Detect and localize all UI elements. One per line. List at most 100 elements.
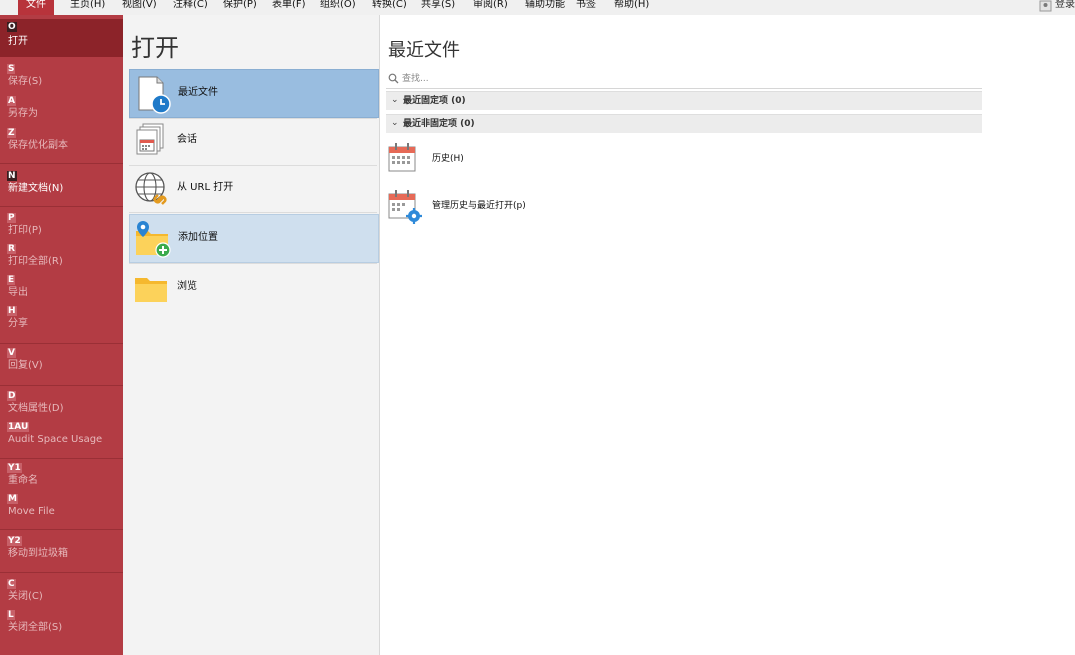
option-sessions[interactable]: 会话	[129, 117, 377, 164]
access-key: O	[7, 22, 17, 32]
page-title: 打开	[131, 34, 179, 62]
backstage-label: 保存优化副本	[8, 140, 68, 151]
add-location-icon	[133, 219, 173, 259]
access-key: 1AU	[7, 422, 30, 432]
backstage-new-document[interactable]: N 新建文档(N)	[0, 171, 123, 201]
access-key: S	[7, 64, 16, 74]
access-key: C	[7, 579, 16, 589]
backstage-label: Audit Space Usage	[8, 434, 103, 445]
separator	[129, 212, 377, 213]
menu-review[interactable]: 审阅(R)	[473, 0, 508, 15]
menu-bar: 文件 主页(H) 视图(V) 注释(C) 保护(P) 表单(F) 组织(O) 转…	[0, 0, 1075, 16]
access-key: N	[7, 171, 17, 181]
backstage-print-all[interactable]: R 打印全部(R)	[0, 244, 123, 274]
menu-accessibility[interactable]: 辅助功能	[525, 0, 565, 15]
menu-view[interactable]: 视图(V)	[122, 0, 157, 15]
backstage-label: 另存为	[8, 108, 38, 119]
access-key: D	[7, 391, 17, 401]
option-browse[interactable]: 浏览	[129, 264, 377, 311]
separator	[0, 529, 123, 530]
backstage-label: 关闭全部(S)	[8, 622, 63, 633]
option-open-from-url[interactable]: 从 URL 打开	[129, 165, 377, 212]
separator	[0, 163, 123, 164]
menu-comment[interactable]: 注释(C)	[173, 0, 208, 15]
backstage-label: 分享	[8, 318, 28, 329]
backstage-export[interactable]: E 导出	[0, 275, 123, 305]
open-options-panel: 打开 最近文件 会话 从 URL 打开 添加位置 浏览	[123, 15, 380, 655]
backstage-label: 文档属性(D)	[8, 403, 64, 414]
recent-files-icon	[133, 74, 173, 114]
group-label: 最近非固定项 (0)	[403, 119, 475, 129]
history-item[interactable]: 历史(H)	[386, 139, 686, 179]
menu-convert[interactable]: 转换(C)	[372, 0, 407, 15]
access-key: Y1	[7, 463, 22, 473]
backstage-share[interactable]: H 分享	[0, 306, 123, 336]
option-add-location[interactable]: 添加位置	[129, 214, 379, 263]
backstage-close-all[interactable]: L 关闭全部(S)	[0, 610, 123, 640]
backstage-save-optimized[interactable]: Z 保存优化副本	[0, 128, 123, 158]
calendar-settings-icon	[386, 186, 426, 226]
group-unpinned[interactable]: ⌄ 最近非固定项 (0)	[386, 114, 982, 133]
backstage-close[interactable]: C 关闭(C)	[0, 579, 123, 609]
backstage-label: 新建文档(N)	[8, 183, 64, 194]
option-label: 从 URL 打开	[177, 182, 234, 193]
backstage-document-properties[interactable]: D 文档属性(D)	[0, 391, 123, 421]
search-icon	[388, 73, 399, 87]
option-label: 添加位置	[178, 232, 218, 243]
backstage-label: 打印全部(R)	[8, 256, 63, 267]
backstage-print[interactable]: P 打印(P)	[0, 213, 123, 243]
option-label: 最近文件	[178, 87, 218, 98]
backstage-label: Move File	[8, 506, 55, 517]
menu-home[interactable]: 主页(H)	[70, 0, 105, 15]
backstage-label: 打开	[8, 36, 28, 47]
sign-in-button[interactable]: 登录	[1039, 0, 1075, 15]
separator	[0, 458, 123, 459]
access-key: P	[7, 213, 16, 223]
backstage-label: 导出	[8, 287, 28, 298]
backstage-label: 保存(S)	[8, 76, 43, 87]
backstage-label: 回复(V)	[8, 360, 43, 371]
access-key: V	[7, 348, 16, 358]
calendar-icon	[386, 139, 426, 179]
backstage-sidebar: O 打开 S 保存(S) A 另存为 Z 保存优化副本 N 新建文档(N) P …	[0, 15, 123, 655]
manage-history-label: 管理历史与最近打开(p)	[432, 201, 526, 211]
access-key: L	[7, 610, 15, 620]
menu-share[interactable]: 共享(S)	[421, 0, 455, 15]
separator	[0, 385, 123, 386]
backstage-label: 关闭(C)	[8, 591, 43, 602]
menu-form[interactable]: 表单(F)	[272, 0, 306, 15]
manage-history-item[interactable]: 管理历史与最近打开(p)	[386, 186, 686, 226]
access-key: R	[7, 244, 16, 254]
search-placeholder: 查找...	[402, 74, 429, 84]
backstage-audit-space-usage[interactable]: 1AU Audit Space Usage	[0, 422, 123, 452]
backstage-move-file[interactable]: M Move File	[0, 494, 123, 524]
backstage-revert[interactable]: V 回复(V)	[0, 348, 123, 378]
menu-file[interactable]: 文件	[18, 0, 54, 15]
separator	[0, 572, 123, 573]
search-input[interactable]: 查找...	[386, 70, 982, 89]
option-label: 会话	[177, 134, 197, 145]
access-key: Y2	[7, 536, 22, 546]
group-label: 最近固定项 (0)	[403, 96, 466, 106]
access-key: H	[7, 306, 17, 316]
access-key: Z	[7, 128, 16, 138]
access-key: E	[7, 275, 16, 285]
option-recent-files[interactable]: 最近文件	[129, 69, 379, 118]
option-label: 浏览	[177, 281, 197, 292]
recent-files-panel: 最近文件 查找... ⌄ 最近固定项 (0) ⌄ 最近非固定项 (0) 历史(H…	[380, 15, 1075, 655]
menu-bookmarks[interactable]: 书签	[576, 0, 596, 15]
menu-organize[interactable]: 组织(O)	[320, 0, 356, 15]
backstage-open[interactable]: O 打开	[0, 19, 123, 57]
backstage-save[interactable]: S 保存(S)	[0, 64, 123, 94]
backstage-rename[interactable]: Y1 重命名	[0, 463, 123, 493]
menu-help[interactable]: 帮助(H)	[614, 0, 649, 15]
separator	[0, 206, 123, 207]
folder-icon	[132, 268, 172, 308]
backstage-save-as[interactable]: A 另存为	[0, 96, 123, 126]
globe-link-icon	[132, 169, 172, 209]
backstage-move-to-trash[interactable]: Y2 移动到垃圾箱	[0, 536, 123, 566]
menu-protect[interactable]: 保护(P)	[223, 0, 257, 15]
sessions-icon	[132, 121, 172, 161]
group-pinned[interactable]: ⌄ 最近固定项 (0)	[386, 91, 982, 110]
access-key: M	[7, 494, 18, 504]
